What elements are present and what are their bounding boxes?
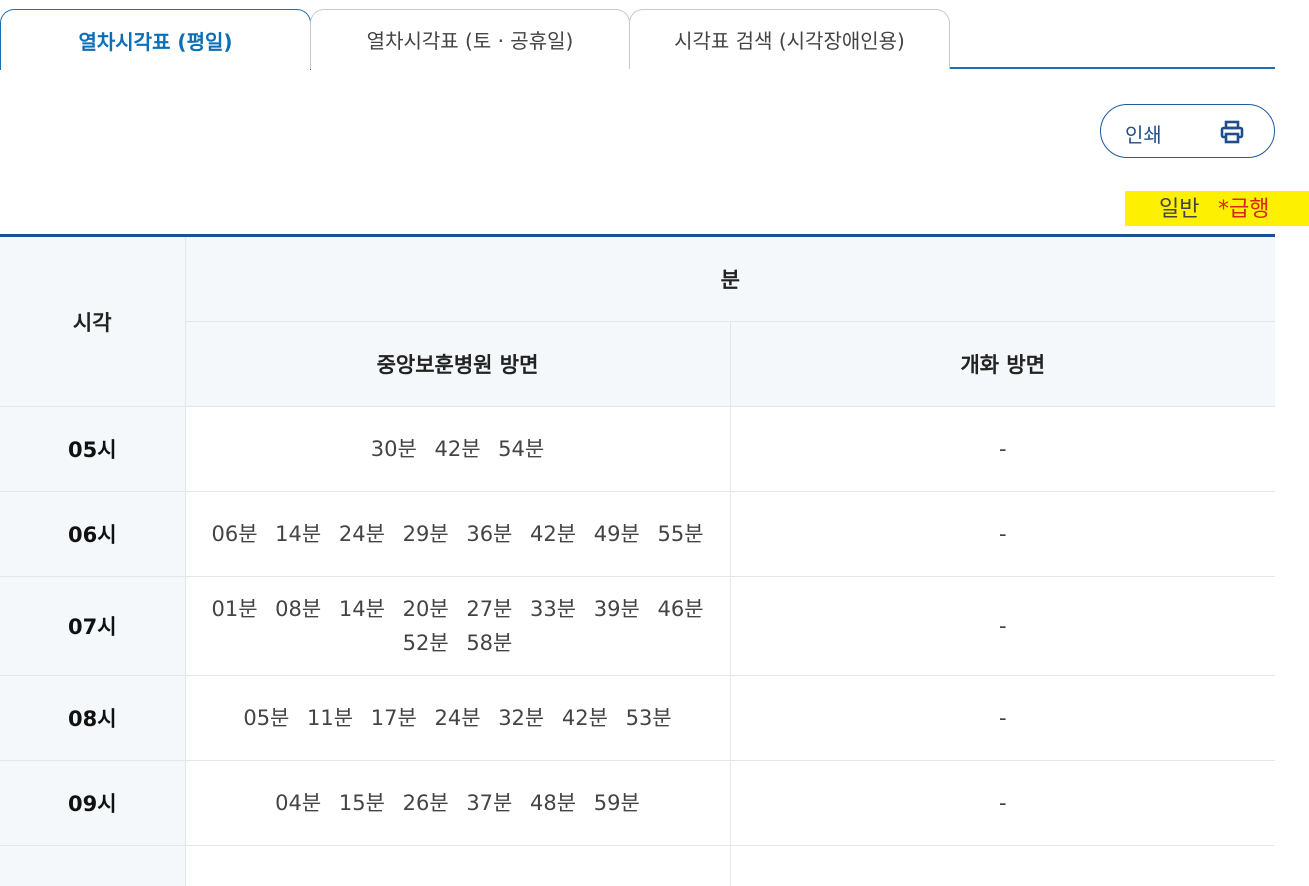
minutes-cell	[184, 845, 731, 886]
legend-normal: 일반	[1159, 197, 1200, 222]
print-button[interactable]: 인쇄	[1100, 104, 1275, 158]
header-time: 시각	[0, 235, 186, 407]
minutes-cell: 06분 14분 24분 29분 36분 42분 49분 55분	[184, 491, 731, 577]
train-type-legend: 일반 *급행	[1125, 191, 1309, 226]
minutes-cell: -	[729, 675, 1276, 761]
print-button-label: 인쇄	[1125, 123, 1162, 147]
hour-cell: 07시	[0, 576, 186, 676]
timetable: 시각 분 중앙보훈병원 방면 개화 방면 05시 30분 42분 54분 - 0…	[0, 234, 1276, 886]
minutes-cell: 04분 15분 26분 37분 48분 59분	[184, 760, 731, 846]
table-row: 09시 04분 15분 26분 37분 48분 59분 -	[0, 760, 1276, 846]
minutes-cell: -	[729, 491, 1276, 577]
table-row	[0, 845, 1276, 886]
hour-cell: 05시	[0, 406, 186, 492]
table-row: 06시 06분 14분 24분 29분 36분 42분 49분 55분 -	[0, 491, 1276, 577]
hour-cell	[0, 845, 186, 886]
minutes-cell: 30분 42분 54분	[184, 406, 731, 492]
table-row: 05시 30분 42분 54분 -	[0, 406, 1276, 492]
minutes-cell: -	[729, 760, 1276, 846]
tab-accessible-search[interactable]: 시각표 검색 (시각장애인용)	[629, 9, 950, 69]
tab-weekday[interactable]: 열차시각표 (평일)	[0, 9, 311, 70]
minutes-cell: -	[729, 576, 1276, 676]
printer-icon	[1220, 120, 1244, 144]
legend-rapid: *급행	[1218, 197, 1270, 222]
hour-cell: 06시	[0, 491, 186, 577]
header-direction-1: 중앙보훈병원 방면	[185, 321, 731, 407]
minutes-cell	[729, 845, 1276, 886]
minutes-cell: 01분 08분 14분 20분 27분 33분 39분 46분 52분 58분	[184, 576, 731, 676]
hour-cell: 08시	[0, 675, 186, 761]
minutes-cell: 05분 11분 17분 24분 32분 42분 53분	[184, 675, 731, 761]
hour-cell: 09시	[0, 760, 186, 846]
table-row: 07시 01분 08분 14분 20분 27분 33분 39분 46분 52분 …	[0, 576, 1276, 676]
minutes-cell: -	[729, 406, 1276, 492]
tab-weekend-holiday[interactable]: 열차시각표 (토 · 공휴일)	[310, 9, 630, 69]
header-direction-2: 개화 방면	[729, 321, 1276, 407]
header-minutes: 분	[184, 235, 1276, 322]
table-row: 08시 05분 11분 17분 24분 32분 42분 53분 -	[0, 675, 1276, 761]
timetable-tabs: 열차시각표 (평일) 열차시각표 (토 · 공휴일) 시각표 검색 (시각장애인…	[0, 9, 1275, 70]
